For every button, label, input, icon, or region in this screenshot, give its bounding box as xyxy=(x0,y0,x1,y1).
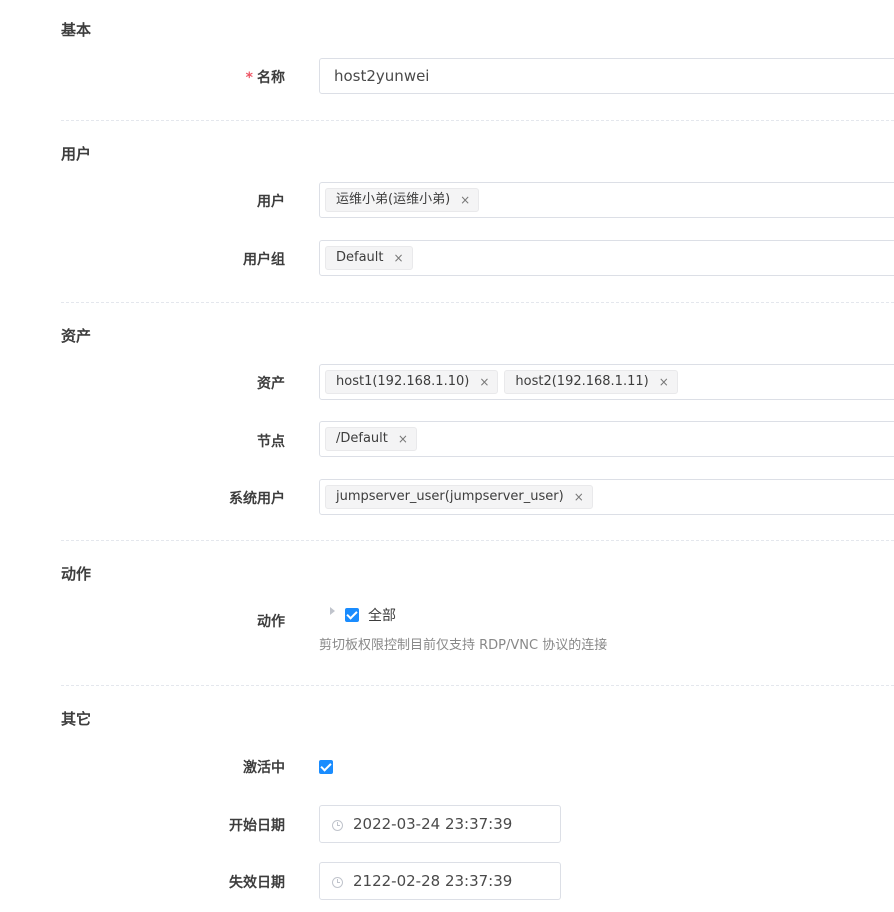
nodes-select[interactable]: /Default × xyxy=(319,421,894,457)
name-input-value: host2yunwei xyxy=(334,67,430,85)
section-title-actions: 动作 xyxy=(61,565,92,583)
asset-tag: host1(192.168.1.10) × xyxy=(325,370,499,394)
section-title-assets: 资产 xyxy=(61,327,92,345)
asset-tag-label: host1(192.168.1.10) xyxy=(336,374,470,389)
user-group-tag-label: Default xyxy=(336,250,384,265)
system-user-tag-label: jumpserver_user(jumpserver_user) xyxy=(336,489,564,504)
close-icon[interactable]: × xyxy=(479,370,489,394)
actions-all-label: 全部 xyxy=(368,608,396,624)
active-label: 激活中 xyxy=(243,760,285,776)
section-title-other: 其它 xyxy=(61,710,92,728)
divider xyxy=(61,540,894,541)
section-title-basic: 基本 xyxy=(61,21,92,39)
date-start-label: 开始日期 xyxy=(229,818,285,834)
node-tag: /Default × xyxy=(325,427,417,451)
asset-tag: host2(192.168.1.11) × xyxy=(504,370,678,394)
users-select[interactable]: 运维小弟(运维小弟) × xyxy=(319,182,894,218)
actions-all-checkbox[interactable] xyxy=(345,608,359,622)
assets-label: 资产 xyxy=(257,376,285,392)
divider xyxy=(61,685,894,686)
name-label-text: 名称 xyxy=(257,70,285,86)
actions-help-text: 剪切板权限控制目前仅支持 RDP/VNC 协议的连接 xyxy=(319,638,608,653)
date-start-input[interactable]: 2022-03-24 23:37:39 xyxy=(319,805,561,843)
caret-right-icon[interactable] xyxy=(330,607,335,615)
users-label: 用户 xyxy=(257,194,285,210)
actions-all-node[interactable]: 全部 xyxy=(345,605,396,625)
clock-icon xyxy=(332,877,343,888)
divider xyxy=(61,120,894,121)
active-checkbox[interactable] xyxy=(319,760,333,774)
name-label: * 名称 xyxy=(246,67,285,87)
name-input[interactable]: host2yunwei xyxy=(319,58,894,94)
assets-select[interactable]: host1(192.168.1.10) × host2(192.168.1.11)… xyxy=(319,364,894,400)
user-tag-label: 运维小弟(运维小弟) xyxy=(336,192,451,207)
date-expired-input[interactable]: 2122-02-28 23:37:39 xyxy=(319,862,561,900)
asset-tag-label: host2(192.168.1.11) xyxy=(515,374,649,389)
close-icon[interactable]: × xyxy=(659,370,669,394)
clock-icon xyxy=(332,820,343,831)
user-tag: 运维小弟(运维小弟) × xyxy=(325,188,480,212)
close-icon[interactable]: × xyxy=(398,427,408,451)
section-title-users: 用户 xyxy=(61,145,92,163)
actions-label: 动作 xyxy=(257,614,285,630)
close-icon[interactable]: × xyxy=(394,246,404,270)
close-icon[interactable]: × xyxy=(574,485,584,509)
date-expired-value: 2122-02-28 23:37:39 xyxy=(353,872,513,890)
date-start-value: 2022-03-24 23:37:39 xyxy=(353,815,513,833)
system-users-label: 系统用户 xyxy=(229,491,285,507)
system-users-select[interactable]: jumpserver_user(jumpserver_user) × xyxy=(319,479,894,515)
close-icon[interactable]: × xyxy=(460,188,470,212)
user-group-tag: Default × xyxy=(325,246,413,270)
node-tag-label: /Default xyxy=(336,431,388,446)
user-groups-select[interactable]: Default × xyxy=(319,240,894,276)
divider xyxy=(61,302,894,303)
user-groups-label: 用户组 xyxy=(243,252,285,268)
required-mark: * xyxy=(245,70,253,86)
nodes-label: 节点 xyxy=(257,434,285,450)
date-expired-label: 失效日期 xyxy=(229,875,285,891)
system-user-tag: jumpserver_user(jumpserver_user) × xyxy=(325,485,593,509)
